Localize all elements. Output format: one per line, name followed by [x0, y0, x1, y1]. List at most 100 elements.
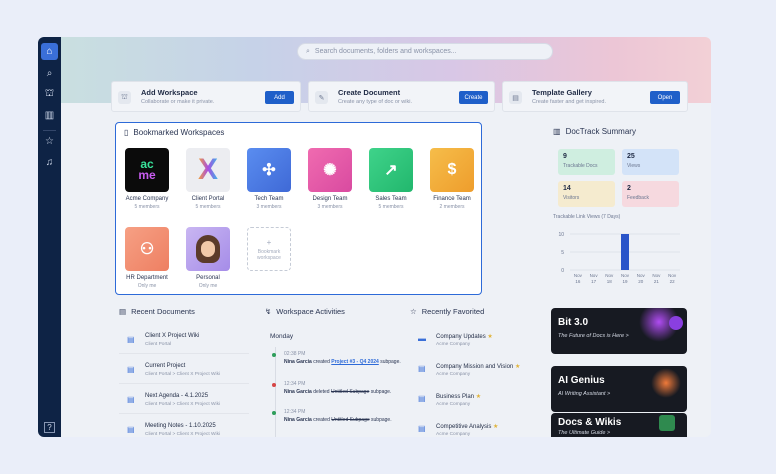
favorite-title: Company Mission and Vision: [436, 364, 514, 370]
workspace-tech-team[interactable]: ✣ Tech Team 3 members: [238, 148, 300, 210]
star-icon[interactable]: ★: [476, 394, 481, 400]
activity-item: 02:38 PM Nina Garcia created Project #3 …: [272, 351, 414, 366]
activity-item: 12:34 PM Nina Garcia deleted Untitled Su…: [272, 381, 414, 396]
stat-label: Views: [627, 163, 641, 169]
promo-subtitle: The Future of Docs is Here >: [558, 333, 629, 339]
x-tick-label: Nov: [637, 273, 646, 278]
workspace-name: Design Team: [312, 196, 348, 202]
analytics-icon[interactable]: ▥: [41, 107, 58, 124]
workspace-name: HR Department: [126, 275, 168, 281]
star-icon[interactable]: ★: [487, 334, 492, 340]
summary-header: ▥ DocTrack Summary: [553, 127, 636, 136]
open-button[interactable]: Open: [650, 91, 680, 104]
section-title: Recent Documents: [131, 307, 195, 316]
promo-title: Bit 3.0: [558, 317, 589, 328]
list-item[interactable]: ▤ Competitive Analysis ★ Acme Company: [410, 419, 542, 437]
template-icon: ▤: [509, 91, 522, 104]
workspace-sales-team[interactable]: ↗ Sales Team 5 members: [360, 148, 422, 210]
stat-visitors: 14 Visitors: [558, 181, 615, 207]
doc-title: Current Project: [145, 363, 186, 369]
workspace-count: 5 members: [378, 204, 404, 210]
workspace-name: Tech Team: [254, 196, 284, 202]
document-icon: ▤: [127, 335, 135, 344]
create-document-card[interactable]: ✎ Create Document Create any type of doc…: [308, 81, 495, 112]
star-icon: ☆: [410, 307, 417, 316]
activity-time: 02:38 PM: [284, 351, 306, 357]
workspace-count: 5 members: [195, 204, 221, 210]
x-tick-label: 17: [591, 279, 597, 284]
workspace-acme[interactable]: ac me Acme Company 5 members: [116, 148, 178, 210]
search-icon[interactable]: ⌕: [41, 65, 58, 82]
promo-ai-genius[interactable]: AI Genius AI Writing Assistant >: [551, 366, 687, 412]
panel-title: Bookmarked Workspaces: [133, 128, 225, 137]
acme-logo: ac me: [125, 148, 169, 192]
workspace-count: 3 members: [317, 204, 343, 210]
x-tick-label: Nov: [652, 273, 661, 278]
activity-target-link[interactable]: Project #3 - Q4 2024: [331, 359, 379, 365]
add-bookmark-button[interactable]: + Bookmark workspace: [238, 227, 300, 271]
star-icon[interactable]: ☆: [41, 133, 58, 150]
activity-target: Untitled Subpage: [330, 389, 370, 395]
list-item[interactable]: ▤ Client X Project Wiki Client Portal: [119, 329, 249, 354]
star-icon[interactable]: ★: [515, 364, 520, 370]
stat-label: Feedback: [627, 195, 649, 201]
card-subtitle: Collaborate or make it private.: [141, 99, 215, 105]
list-item[interactable]: ▬ Company Updates ★ Acme Company: [410, 329, 542, 354]
stat-value: 14: [563, 185, 571, 192]
promo-subtitle: AI Writing Assistant >: [558, 391, 611, 397]
workspace-name: Client Portal: [191, 196, 225, 202]
palette-icon: ✺: [308, 148, 352, 192]
stat-feedback: 2 Feedback: [622, 181, 679, 207]
activity-time: 12:34 PM: [284, 381, 306, 387]
x-tick-label: 21: [654, 279, 660, 284]
activity-action: deleted: [313, 389, 330, 395]
add-bookmark-tile: + Bookmark workspace: [247, 227, 291, 271]
status-dot: [272, 353, 276, 357]
favorite-title: Business Plan: [436, 394, 475, 400]
favorite-title: Competitive Analysis: [436, 424, 492, 430]
list-item[interactable]: ▤ Meeting Notes - 1.10.2025 Client Porta…: [119, 419, 249, 437]
doc-path: Client Portal > Client X Project Wiki: [145, 432, 221, 437]
home-icon[interactable]: ⌂: [41, 43, 58, 60]
workspace-hr-department[interactable]: ⚇ HR Department Only me: [116, 227, 178, 289]
card-title: Add Workspace: [141, 88, 198, 97]
section-header: ☆ Recently Favorited: [410, 307, 545, 316]
growth-chart-icon: ↗: [369, 148, 413, 192]
star-icon[interactable]: ★: [493, 424, 498, 430]
recent-documents-section: ▤ Recent Documents ▤ Client X Project Wi…: [119, 307, 254, 437]
create-button[interactable]: Create: [459, 91, 488, 104]
favorite-path: Acme Company: [436, 402, 471, 407]
list-item[interactable]: ▤ Business Plan ★ Acme Company: [410, 389, 542, 414]
stat-value: 9: [563, 153, 567, 160]
folder-icon: ▬: [418, 334, 426, 343]
x-tick-label: Nov: [590, 273, 599, 278]
card-title: Create Document: [338, 88, 401, 97]
section-header: ▤ Recent Documents: [119, 307, 254, 316]
activity-user: Nina Garcia: [284, 417, 312, 423]
y-tick-label: 0: [561, 268, 564, 274]
bell-icon[interactable]: ♫: [41, 154, 58, 171]
promo-docs-wikis[interactable]: Docs & Wikis The Ultimate Guide >: [551, 413, 687, 437]
x-tick-label: 19: [622, 279, 628, 284]
list-item[interactable]: ▤ Current Project Client Portal > Client…: [119, 359, 249, 384]
template-gallery-card[interactable]: ▤ Template Gallery Create faster and get…: [502, 81, 688, 112]
workspace-personal[interactable]: Personal Only me: [177, 227, 239, 289]
list-item[interactable]: ▤ Company Mission and Vision ★ Acme Comp…: [410, 359, 542, 384]
help-icon[interactable]: ?: [44, 422, 55, 433]
workspace-client-portal[interactable]: X Client Portal 5 members: [177, 148, 239, 210]
workspace-finance-team[interactable]: $ Finance Team 2 members: [421, 148, 483, 210]
search-input[interactable]: ⌕ Search documents, folders and workspac…: [297, 43, 553, 60]
promo-title: Docs & Wikis: [558, 417, 622, 428]
bar[interactable]: [621, 234, 629, 270]
list-item[interactable]: ▤ Next Agenda - 4.1.2025 Client Portal >…: [119, 389, 249, 414]
activity-suffix: subpage.: [380, 359, 401, 365]
promo-decoration: [651, 368, 681, 398]
workspaces-icon[interactable]: ⛫: [41, 86, 58, 103]
workspace-design-team[interactable]: ✺ Design Team 3 members: [299, 148, 361, 210]
promo-bit-3[interactable]: Bit 3.0 The Future of Docs is Here >: [551, 308, 687, 354]
workspace-count: 5 members: [134, 204, 160, 210]
add-button[interactable]: Add: [265, 91, 294, 104]
x-tick-label: 16: [575, 279, 581, 284]
add-workspace-card[interactable]: ⛫ Add Workspace Collaborate or make it p…: [111, 81, 301, 112]
activity-item: 12:34 PM Nina Garcia created Untitled Su…: [272, 409, 414, 424]
